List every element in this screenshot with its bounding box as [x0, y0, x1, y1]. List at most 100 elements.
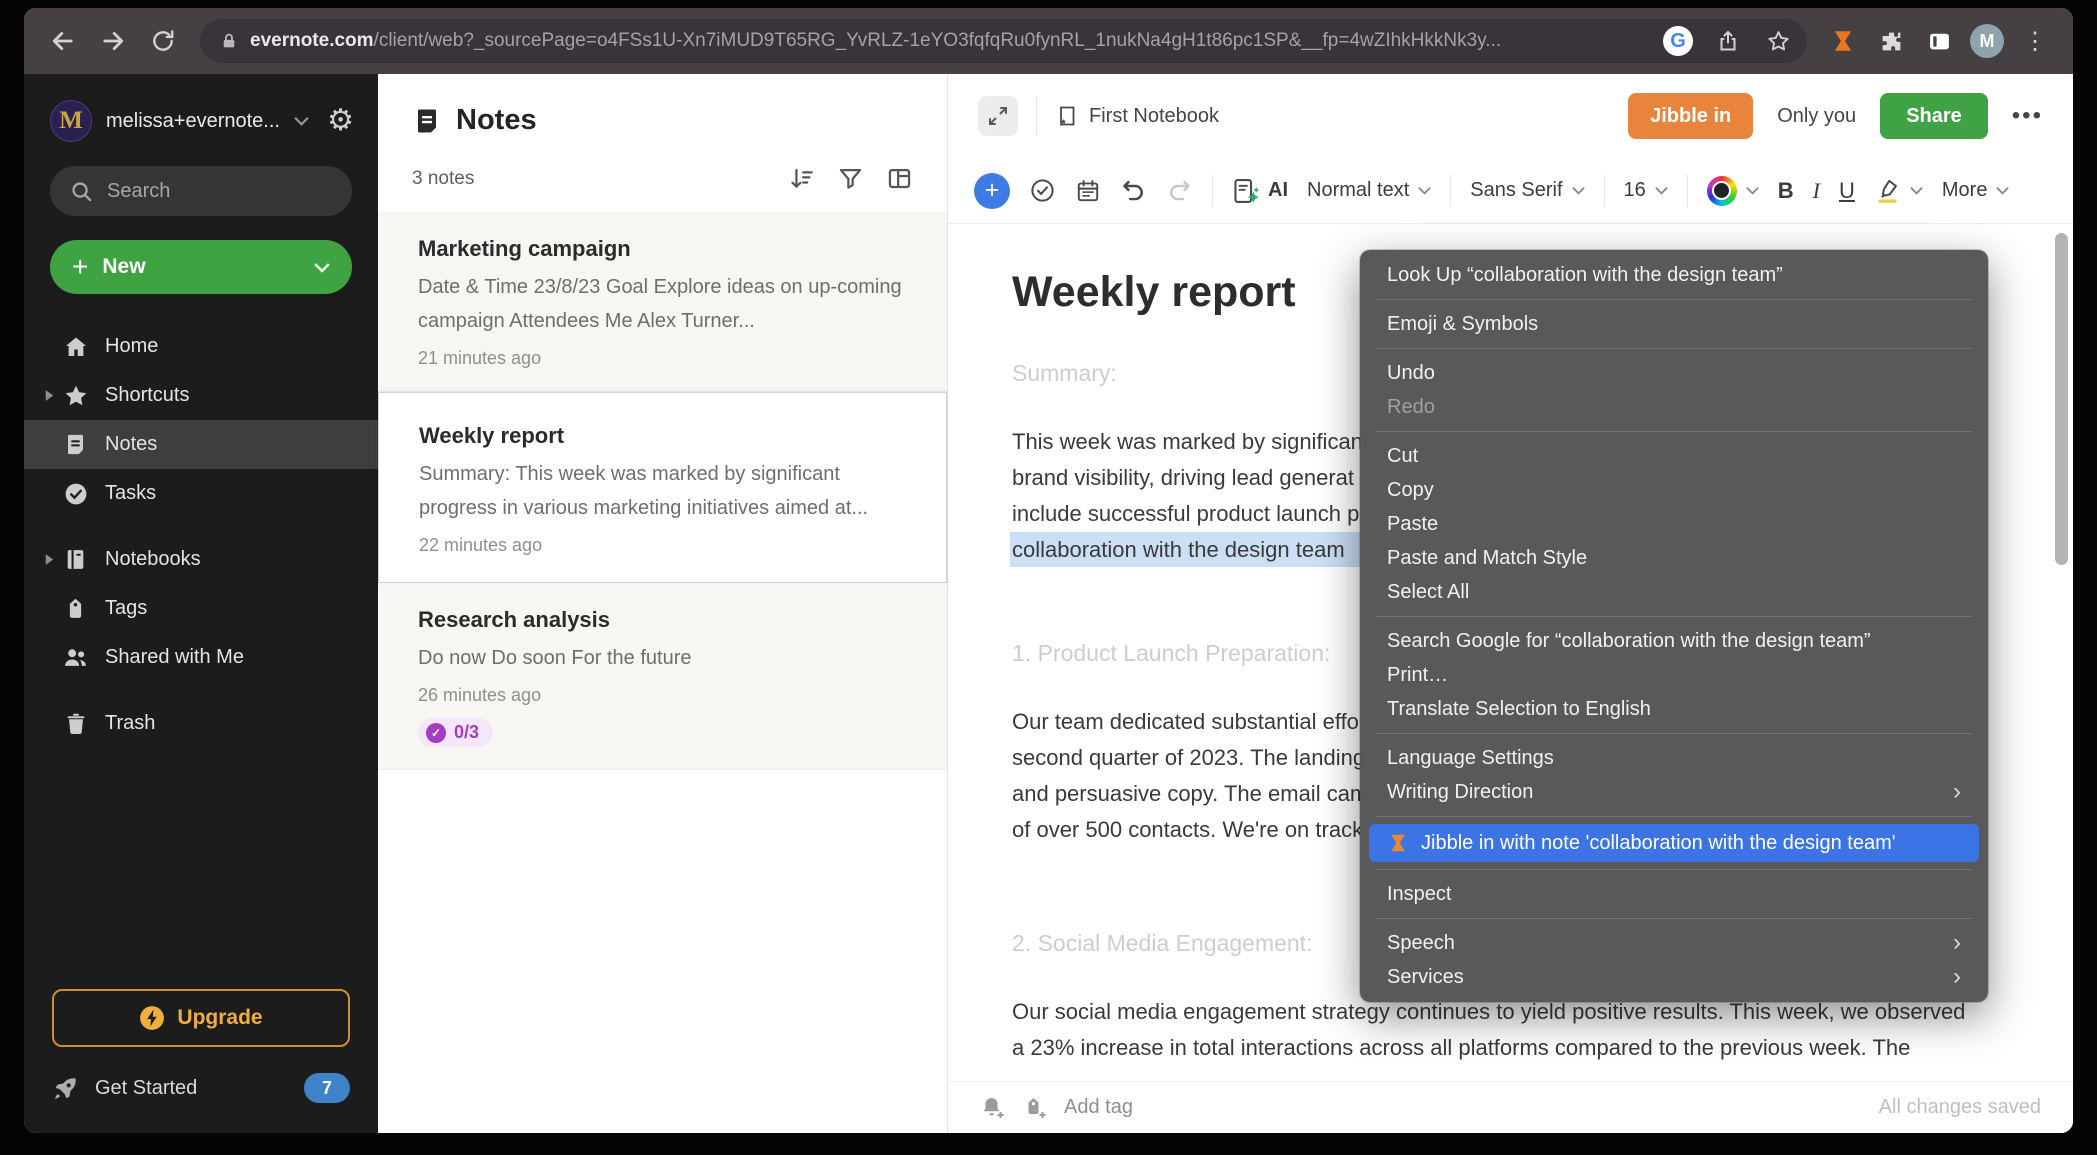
upgrade-button[interactable]: Upgrade — [52, 989, 350, 1047]
sidebar-item-notes[interactable]: Notes — [24, 420, 378, 469]
settings-gear-icon[interactable]: ⚙ — [327, 106, 354, 136]
filter-button[interactable] — [837, 165, 864, 192]
layout-button[interactable] — [886, 165, 913, 192]
font-family-dropdown[interactable]: Sans Serif — [1470, 179, 1584, 202]
forward-button[interactable] — [92, 20, 134, 62]
expand-icon — [986, 104, 1010, 128]
bookmark-button[interactable] — [1759, 22, 1797, 60]
underline-button[interactable]: U — [1839, 178, 1855, 204]
notebook-breadcrumb[interactable]: First Notebook — [1055, 104, 1219, 128]
note-list-item-marketing-campaign[interactable]: Marketing campaign Date & Time 23/8/23 G… — [378, 212, 947, 392]
undo-button[interactable] — [1120, 177, 1147, 204]
back-button[interactable] — [42, 20, 84, 62]
sidebar-item-label: Shortcuts — [105, 384, 189, 407]
search-placeholder: Search — [107, 180, 170, 203]
menu-item-speech[interactable]: Speech› — [1360, 926, 1988, 960]
menu-item-writing-direction[interactable]: Writing Direction› — [1360, 775, 1988, 809]
get-started-button[interactable]: Get Started 7 — [24, 1067, 378, 1133]
forward-arrow-icon — [99, 27, 127, 55]
sort-button[interactable] — [788, 165, 815, 192]
rocket-icon — [52, 1075, 79, 1102]
note-list-item-research-analysis[interactable]: Research analysis Do now Do soon For the… — [378, 583, 947, 770]
extensions-button[interactable] — [1871, 21, 1911, 61]
visibility-label[interactable]: Only you — [1777, 105, 1856, 128]
browser-profile-button[interactable]: M — [1967, 21, 2007, 61]
menu-item-select-all[interactable]: Select All — [1360, 575, 1988, 609]
expand-caret-icon[interactable] — [38, 389, 60, 402]
sidebar-item-shortcuts[interactable]: Shortcuts — [24, 371, 378, 420]
expand-note-button[interactable] — [978, 96, 1018, 136]
check-circle-icon — [1029, 177, 1056, 204]
menu-item-language-settings[interactable]: Language Settings — [1360, 741, 1988, 775]
more-formatting-dropdown[interactable]: More — [1942, 179, 2010, 202]
sidebar-item-trash[interactable]: Trash — [24, 699, 378, 748]
notes-icon — [412, 106, 442, 136]
chevron-down-icon[interactable] — [314, 262, 330, 273]
sidebar-item-notebooks[interactable]: Notebooks — [24, 535, 378, 584]
bold-button[interactable]: B — [1778, 178, 1794, 204]
italic-button[interactable]: I — [1813, 178, 1820, 204]
add-tag-label[interactable]: Add tag — [1064, 1096, 1133, 1119]
new-note-button[interactable]: + New — [50, 240, 352, 294]
chevron-down-icon — [1996, 186, 2009, 195]
browser-menu-button[interactable]: ⋮ — [2015, 21, 2055, 61]
jibble-in-button[interactable]: Jibble in — [1628, 93, 1753, 139]
google-profile-button[interactable]: G — [1659, 22, 1697, 60]
menu-item-paste[interactable]: Paste — [1360, 507, 1988, 541]
url-path: /client/web?_sourcePage=o4FSs1U-Xn7iMUD9… — [374, 30, 1502, 51]
checkbox-button[interactable] — [1029, 177, 1056, 204]
menu-item-undo[interactable]: Undo — [1360, 356, 1988, 390]
search-input[interactable]: Search — [50, 166, 352, 216]
account-switcher[interactable]: M melissa+evernote... ⚙ — [24, 74, 378, 142]
insert-button[interactable]: + — [974, 173, 1010, 209]
note-list-item-weekly-report[interactable]: Weekly report Summary: This week was mar… — [378, 392, 947, 583]
calendar-button[interactable] — [1075, 178, 1101, 204]
share-button[interactable]: Share — [1880, 93, 1988, 139]
menu-item-print[interactable]: Print… — [1360, 658, 1988, 692]
font-size-dropdown[interactable]: 16 — [1624, 179, 1668, 202]
notebook-page-icon — [1055, 104, 1079, 128]
side-panel-button[interactable] — [1919, 21, 1959, 61]
share-page-button[interactable] — [1709, 22, 1747, 60]
highlight-dropdown[interactable] — [1874, 177, 1923, 204]
menu-item-emoji-symbols[interactable]: Emoji & Symbols — [1360, 307, 1988, 341]
sidebar-item-tags[interactable]: Tags — [24, 584, 378, 633]
menu-item-services[interactable]: Services› — [1360, 960, 1988, 994]
ai-edit-button[interactable]: AI — [1232, 177, 1288, 205]
jibble-extension-button[interactable] — [1823, 21, 1863, 61]
reload-button[interactable] — [142, 20, 184, 62]
sidebar-item-home[interactable]: Home — [24, 322, 378, 371]
menu-divider — [1376, 616, 1972, 617]
editor-scrollbar[interactable] — [2055, 233, 2068, 565]
add-tag-button[interactable] — [1022, 1095, 1048, 1121]
menu-item-inspect[interactable]: Inspect — [1360, 877, 1988, 911]
menu-item-search-google[interactable]: Search Google for “collaboration with th… — [1360, 624, 1988, 658]
back-arrow-icon — [49, 27, 77, 55]
font-color-dropdown[interactable] — [1707, 176, 1759, 206]
menu-item-look-up[interactable]: Look Up “collaboration with the design t… — [1360, 258, 1988, 292]
trash-icon — [62, 710, 89, 737]
profile-avatar: M — [1970, 24, 2004, 58]
expand-caret-icon[interactable] — [38, 553, 60, 566]
sidebar-item-shared-with-me[interactable]: Shared with Me — [24, 633, 378, 682]
font-size-value: 16 — [1624, 179, 1646, 202]
menu-item-jibble-in-with-note[interactable]: Jibble in with note 'collaboration with … — [1369, 824, 1979, 862]
paragraph-line: a 23% increase in total interactions acr… — [1012, 1030, 2073, 1066]
note-preview: Summary: This week was marked by signifi… — [419, 457, 906, 525]
add-reminder-button[interactable] — [980, 1095, 1006, 1121]
redo-button[interactable] — [1166, 177, 1193, 204]
chevron-down-icon — [1418, 186, 1431, 195]
jibble-hourglass-icon — [1387, 832, 1409, 854]
new-button-label: New — [102, 255, 145, 279]
context-menu: Look Up “collaboration with the design t… — [1360, 250, 1988, 1002]
text-style-dropdown[interactable]: Normal text — [1307, 179, 1431, 202]
menu-item-cut[interactable]: Cut — [1360, 439, 1988, 473]
menu-item-translate-selection[interactable]: Translate Selection to English — [1360, 692, 1988, 726]
note-menu-button[interactable]: ••• — [2012, 102, 2043, 130]
menu-item-copy[interactable]: Copy — [1360, 473, 1988, 507]
address-bar[interactable]: evernote.com/client/web?_sourcePage=o4FS… — [200, 19, 1807, 63]
task-progress-badge: ✓ 0/3 — [418, 718, 493, 747]
sidebar-nav: Home Shortcuts Notes — [24, 322, 378, 748]
sidebar-item-tasks[interactable]: Tasks — [24, 469, 378, 518]
menu-item-paste-and-match-style[interactable]: Paste and Match Style — [1360, 541, 1988, 575]
